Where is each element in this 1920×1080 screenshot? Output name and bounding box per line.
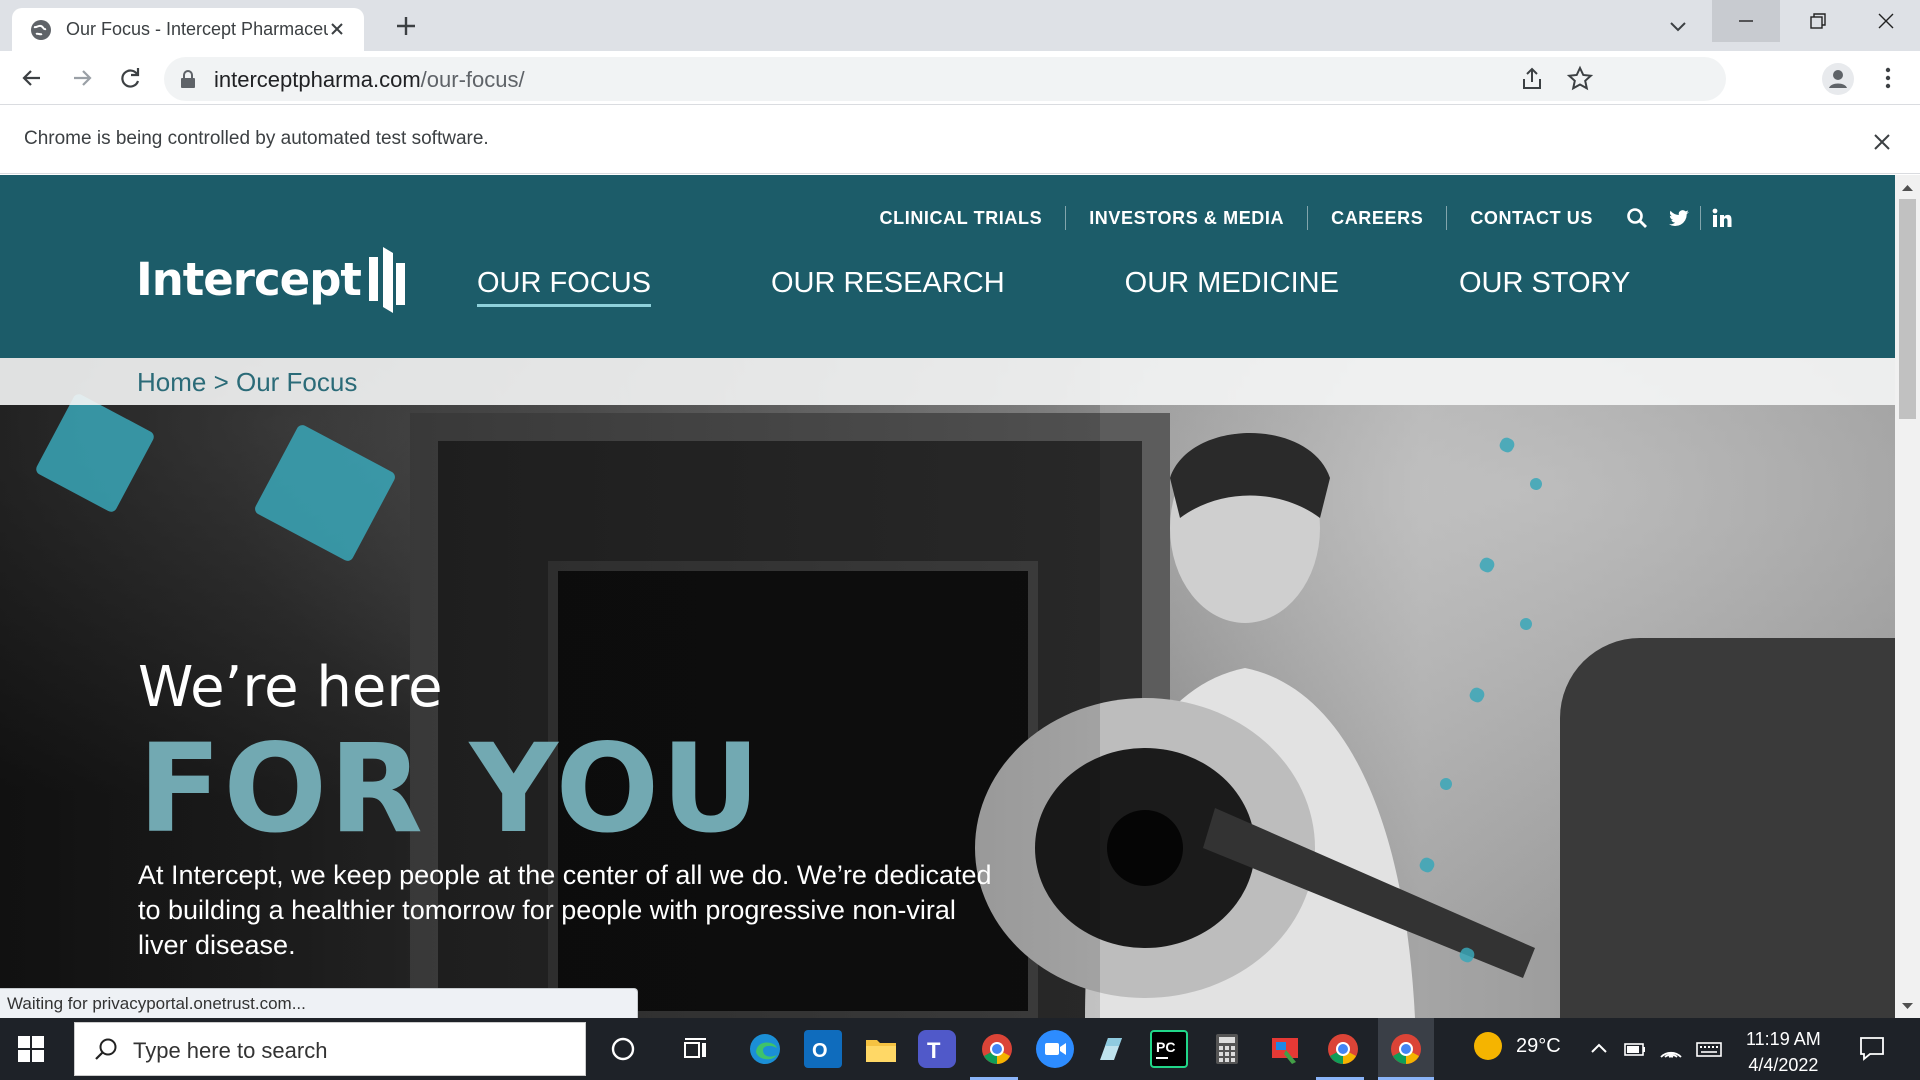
hero-heading-line1: We’re here <box>138 655 443 720</box>
minimize-icon <box>1739 20 1753 22</box>
windows-taskbar: Type here to search O T PC 29°C 11:19 AM… <box>0 1018 1920 1080</box>
linkedin-icon[interactable] <box>1711 207 1733 229</box>
clock-time: 11:19 AM <box>1746 1029 1821 1049</box>
outlook-icon[interactable]: O <box>804 1030 842 1068</box>
calculator-icon[interactable] <box>1208 1030 1246 1068</box>
file-explorer-icon[interactable] <box>862 1030 900 1068</box>
close-tab-icon[interactable] <box>326 18 348 40</box>
chrome-active-icon[interactable] <box>1387 1030 1425 1068</box>
new-tab-icon[interactable] <box>392 12 420 40</box>
sun-icon <box>1474 1032 1502 1060</box>
profile-avatar[interactable] <box>1822 63 1854 95</box>
nav-contact-us[interactable]: CONTACT US <box>1447 208 1616 229</box>
chrome-icon[interactable] <box>1324 1030 1362 1068</box>
url-path: /our-focus/ <box>420 67 525 92</box>
taskbar-search-box[interactable]: Type here to search <box>74 1022 586 1076</box>
nav-our-research[interactable]: OUR RESEARCH <box>771 267 1005 307</box>
search-icon[interactable] <box>1626 207 1648 229</box>
logo-mark-icon <box>368 247 405 313</box>
share-icon[interactable] <box>1518 65 1546 93</box>
status-bubble: Waiting for privacyportal.onetrust.com..… <box>0 988 638 1018</box>
hero-sofa-image <box>1560 638 1895 1018</box>
svg-text:PC: PC <box>1156 1039 1175 1055</box>
battery-icon[interactable] <box>1622 1036 1648 1062</box>
infobar-message: Chrome is being controlled by automated … <box>24 128 489 149</box>
url-text[interactable]: interceptpharma.com/our-focus/ <box>214 67 525 93</box>
nav-our-story[interactable]: OUR STORY <box>1459 267 1630 307</box>
site-header: CLINICAL TRIALS INVESTORS & MEDIA CAREER… <box>0 175 1895 358</box>
back-arrow-icon[interactable] <box>18 64 46 92</box>
tab-title: Our Focus - Intercept Pharmaceu <box>66 19 328 39</box>
close-infobar-icon[interactable] <box>1872 132 1892 152</box>
system-clock[interactable]: 11:19 AM 4/4/2022 <box>1746 1026 1821 1078</box>
divider <box>1700 206 1701 230</box>
twitter-icon[interactable] <box>1668 207 1690 229</box>
paint-icon[interactable] <box>1266 1030 1304 1068</box>
clock-date: 4/4/2022 <box>1748 1055 1819 1075</box>
chevron-up-icon[interactable] <box>1586 1036 1612 1062</box>
automation-infobar: Chrome is being controlled by automated … <box>0 106 1920 174</box>
status-text: Waiting for privacyportal.onetrust.com..… <box>7 994 306 1013</box>
breadcrumb-bar: Home > Our Focus <box>0 358 1895 405</box>
svg-text:T: T <box>927 1038 941 1063</box>
keyboard-icon[interactable] <box>1696 1036 1722 1062</box>
hero-text: We’re here FOR YOU At Intercept, we keep… <box>138 655 998 963</box>
hero-description: At Intercept, we keep people at the cent… <box>138 860 992 960</box>
person-icon <box>1829 70 1847 88</box>
scroll-down-icon[interactable] <box>1901 1001 1914 1011</box>
intercept-logo[interactable]: Intercept <box>136 245 407 313</box>
nav-clinical-trials[interactable]: CLINICAL TRIALS <box>857 208 1066 229</box>
wifi-icon[interactable] <box>1658 1036 1684 1062</box>
restore-button[interactable] <box>1784 0 1852 42</box>
cortana-icon[interactable] <box>604 1030 642 1068</box>
windows-start-icon[interactable] <box>18 1036 44 1062</box>
restore-icon <box>1810 13 1826 29</box>
browser-tab[interactable]: Our Focus - Intercept Pharmaceu <box>12 8 364 51</box>
web-page: CLINICAL TRIALS INVESTORS & MEDIA CAREER… <box>0 175 1895 1018</box>
url-host: interceptpharma.com <box>214 67 421 92</box>
tab-strip: Our Focus - Intercept Pharmaceu <box>0 0 1920 51</box>
taskbar-search-placeholder: Type here to search <box>133 1038 328 1063</box>
pycharm-icon[interactable]: PC <box>1150 1030 1188 1068</box>
address-bar[interactable]: interceptpharma.com/our-focus/ <box>164 57 1726 101</box>
close-icon <box>1878 13 1894 29</box>
task-view-icon[interactable] <box>676 1030 714 1068</box>
temperature: 29°C <box>1516 1034 1561 1057</box>
bookmark-star-icon[interactable] <box>1566 65 1594 93</box>
scroll-thumb[interactable] <box>1899 199 1916 419</box>
hero-heading-line2: FOR YOU <box>138 718 763 860</box>
chrome-icon[interactable] <box>978 1030 1016 1068</box>
chevron-down-icon[interactable] <box>1664 12 1692 40</box>
nav-careers[interactable]: CAREERS <box>1308 208 1446 229</box>
notification-icon[interactable] <box>1858 1034 1886 1062</box>
logo-text: Intercept <box>136 252 362 306</box>
zoom-icon[interactable] <box>1036 1030 1074 1068</box>
page-scrollbar[interactable] <box>1895 175 1920 1018</box>
main-nav: OUR FOCUS OUR RESEARCH OUR MEDICINE OUR … <box>477 267 1750 307</box>
globe-icon <box>31 19 51 40</box>
search-icon <box>95 1038 117 1060</box>
minimize-button[interactable] <box>1712 0 1780 42</box>
weather-widget[interactable]: 29°C <box>1474 1032 1561 1060</box>
app-icon[interactable] <box>1092 1030 1130 1068</box>
teams-icon[interactable]: T <box>918 1030 956 1068</box>
svg-text:O: O <box>812 1040 828 1062</box>
edge-icon[interactable] <box>746 1030 784 1068</box>
reload-icon[interactable] <box>116 64 144 92</box>
browser-toolbar: interceptpharma.com/our-focus/ <box>0 51 1920 105</box>
menu-kebab-icon[interactable] <box>1874 64 1902 92</box>
nav-investors-media[interactable]: INVESTORS & MEDIA <box>1066 208 1307 229</box>
nav-our-focus[interactable]: OUR FOCUS <box>477 267 651 307</box>
scroll-up-icon[interactable] <box>1901 183 1914 193</box>
breadcrumb[interactable]: Home > Our Focus <box>137 367 357 398</box>
nav-our-medicine[interactable]: OUR MEDICINE <box>1125 267 1339 307</box>
forward-arrow-icon[interactable] <box>68 64 96 92</box>
utility-nav: CLINICAL TRIALS INVESTORS & MEDIA CAREER… <box>857 203 1743 233</box>
lock-icon[interactable] <box>180 70 196 88</box>
close-window-button[interactable] <box>1852 0 1920 42</box>
